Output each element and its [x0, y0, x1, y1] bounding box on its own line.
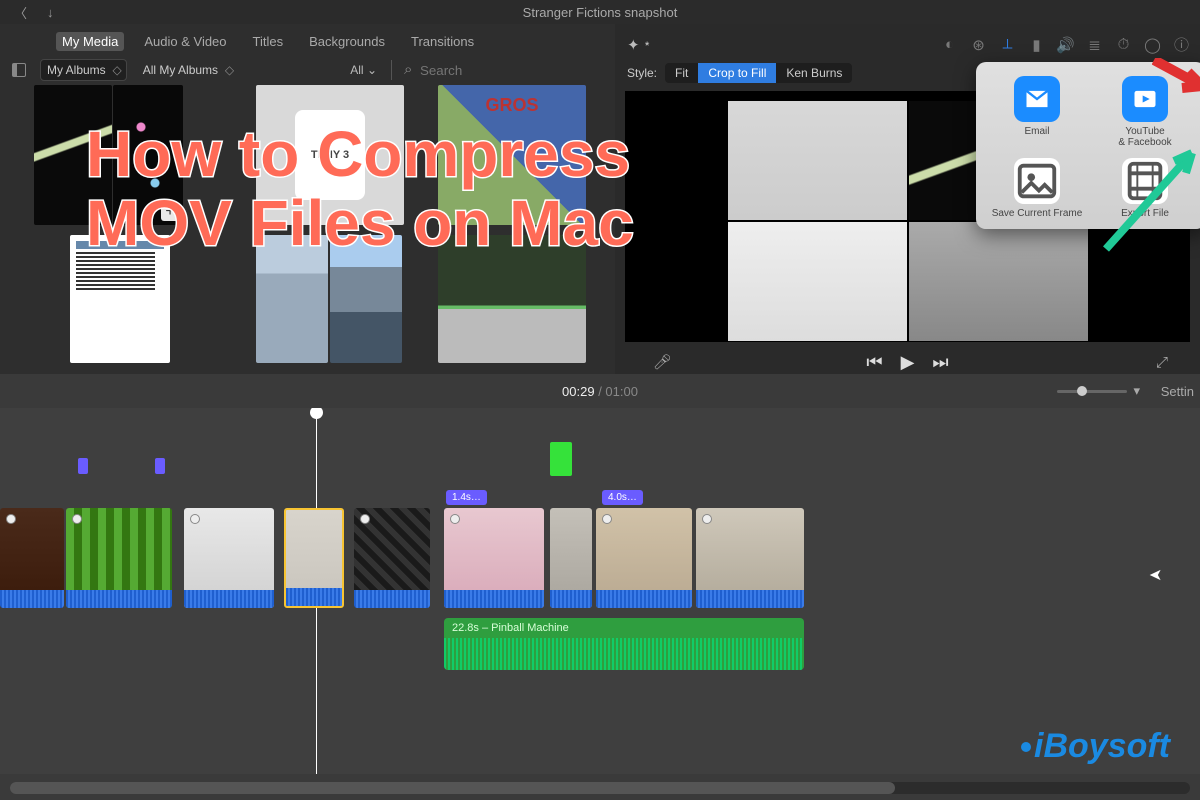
share-email[interactable]: Email [986, 76, 1088, 148]
clip[interactable] [444, 508, 544, 608]
project-title: Stranger Fictions snapshot [523, 5, 678, 20]
transition-tag[interactable]: 1.4s… [446, 490, 487, 505]
filter-select[interactable]: All ⌄ [344, 60, 392, 80]
media-library-panel: My Media Audio & Video Titles Background… [0, 24, 615, 374]
media-thumb[interactable]: GROS [438, 85, 586, 225]
thumb-text: GROS [485, 95, 538, 116]
style-label: Style: [627, 66, 657, 80]
media-thumb[interactable] [70, 235, 170, 363]
clip[interactable] [696, 508, 804, 608]
next-button[interactable]: ⏭ [932, 352, 948, 373]
total-time: 01:00 [605, 384, 638, 399]
annotation-red-arrow [1152, 58, 1200, 102]
style-crop-to-fill[interactable]: Crop to Fill [698, 63, 776, 83]
share-popover: Email YouTube & Facebook Save Current Fr… [976, 62, 1200, 229]
import-icon[interactable]: ↓ [47, 5, 54, 20]
marker[interactable] [78, 458, 88, 474]
media-thumb[interactable] [256, 235, 328, 363]
time-indicator-row: 00:29 / 01:00 ▾ Settin [0, 374, 1200, 408]
current-time: 00:29 [562, 384, 595, 399]
image-icon [1014, 158, 1060, 204]
preview-panel: ✦﹡ ◐ ⊛ ⟂ ▮ 🔊 ≣ ⏱ ◯ ⓘ Style: Fit Crop to … [615, 24, 1200, 374]
tab-titles[interactable]: Titles [247, 32, 290, 51]
crop-style-segment: Fit Crop to Fill Ken Burns [665, 63, 852, 83]
search-input[interactable] [402, 60, 603, 81]
tab-transitions[interactable]: Transitions [405, 32, 480, 51]
voiceover-icon[interactable]: 🎤︎ [653, 353, 672, 371]
audio-clip[interactable]: 22.8s – Pinball Machine [444, 618, 804, 670]
media-thumb[interactable] [438, 235, 586, 363]
media-thumb[interactable] [34, 85, 112, 225]
clip-selected[interactable] [284, 508, 344, 608]
share-label: Email [1024, 126, 1049, 137]
library-tabs: My Media Audio & Video Titles Background… [0, 24, 615, 51]
transition-tag[interactable]: 4.0s… [602, 490, 643, 505]
inspector-toolbar: ✦﹡ ◐ ⊛ ⟂ ▮ 🔊 ≣ ⏱ ◯ ⓘ [625, 30, 1190, 63]
mouse-cursor-icon: ➤ [1149, 565, 1162, 585]
crop-icon[interactable]: ⟂ [999, 36, 1016, 53]
share-save-frame[interactable]: Save Current Frame [986, 158, 1088, 219]
share-label: Save Current Frame [992, 208, 1083, 219]
fullscreen-icon[interactable]: ⤢ [1156, 354, 1168, 371]
zoom-slider[interactable]: ▾ [1057, 383, 1140, 399]
prev-button[interactable]: ⏮ [866, 352, 882, 373]
clip[interactable] [550, 508, 592, 608]
tab-audio-video[interactable]: Audio & Video [138, 32, 232, 51]
marker-green[interactable] [550, 442, 572, 476]
media-thumb[interactable]: + [113, 85, 183, 225]
play-button[interactable]: ▶ [901, 352, 915, 373]
stabilize-icon[interactable]: ▮ [1028, 36, 1045, 53]
info-icon[interactable]: ⓘ [1173, 36, 1190, 53]
view-mode-toggle[interactable] [12, 63, 26, 77]
browser-bar: My Albums All My Albums All ⌄ [0, 51, 615, 85]
volume-icon[interactable]: 🔊 [1057, 36, 1074, 53]
path-select[interactable]: All My Albums [137, 60, 238, 80]
album-select[interactable]: My Albums [40, 59, 127, 81]
tab-my-media[interactable]: My Media [56, 32, 124, 51]
player-controls: 🎤︎ ⏮ ▶ ⏭ ⤢ [625, 348, 1190, 374]
color-balance-icon[interactable]: ◐ [941, 36, 958, 53]
video-track [0, 508, 1200, 608]
timeline[interactable]: 1.4s… 4.0s… 22.8s – Pinball Machine [0, 408, 1200, 774]
timeline-scrollbar[interactable] [10, 782, 1190, 794]
back-button[interactable]: 〈 [14, 3, 27, 22]
media-thumbnails: + TENY 3 GROS [0, 85, 615, 374]
style-ken-burns[interactable]: Ken Burns [776, 63, 852, 83]
tab-backgrounds[interactable]: Backgrounds [303, 32, 391, 51]
clip[interactable] [0, 508, 64, 608]
playhead[interactable] [310, 408, 323, 419]
speed-icon[interactable]: ⏱ [1115, 36, 1132, 53]
thumb-text: TENY 3 [295, 110, 365, 200]
clip[interactable] [354, 508, 430, 608]
noise-icon[interactable]: ≣ [1086, 36, 1103, 53]
color-correction-icon[interactable]: ⊛ [970, 36, 987, 53]
marker[interactable] [155, 458, 165, 474]
clip[interactable] [184, 508, 274, 608]
scrollbar-thumb[interactable] [10, 782, 895, 794]
titlebar: 〈 ↓ Stranger Fictions snapshot [0, 0, 1200, 24]
audio-clip-label: 22.8s – Pinball Machine [452, 622, 569, 634]
media-thumb[interactable]: TENY 3 [256, 85, 404, 225]
add-to-timeline-button[interactable]: + [161, 203, 179, 221]
media-thumb[interactable] [330, 235, 402, 363]
clip[interactable] [66, 508, 172, 608]
filter-icon[interactable]: ◯ [1144, 36, 1161, 53]
mail-icon [1014, 76, 1060, 122]
style-fit[interactable]: Fit [665, 63, 698, 83]
clip[interactable] [596, 508, 692, 608]
annotation-green-arrow [1096, 139, 1200, 259]
magic-wand-icon[interactable]: ✦﹡ [627, 34, 655, 55]
settings-button[interactable]: Settin [1161, 384, 1194, 399]
